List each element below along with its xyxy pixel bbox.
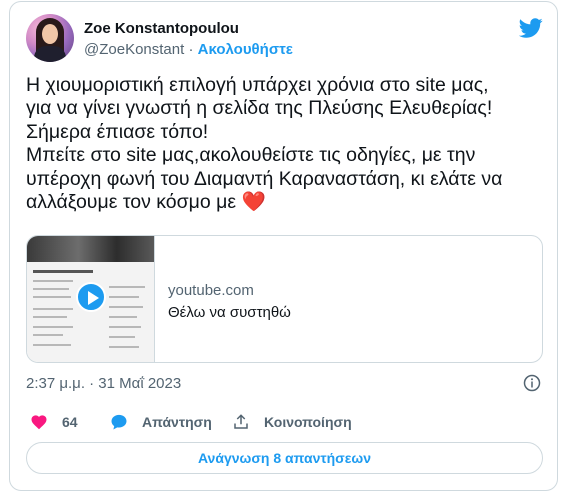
share-icon <box>234 414 248 429</box>
author-display-name[interactable]: Zoe Konstantopoulou <box>84 20 239 37</box>
follow-link[interactable]: Ακολουθήστε <box>198 41 293 58</box>
thumbnail-text-line <box>33 270 93 273</box>
info-icon[interactable] <box>523 374 541 392</box>
like-button[interactable]: 64 <box>30 412 78 432</box>
author-handle-row: @ZoeKonstant · Ακολουθήστε <box>84 41 293 58</box>
tweet-line: αλλάξουμε τον κόσμο με <box>26 191 237 214</box>
avatar-face <box>42 24 58 44</box>
share-label: Κοινοποίηση <box>264 414 352 430</box>
thumbnail-text-line <box>33 296 71 298</box>
thumbnail-text-line <box>33 280 73 282</box>
link-preview-card[interactable]: youtube.com Θέλω να συστηθώ <box>26 235 543 363</box>
video-thumbnail[interactable] <box>27 236 155 362</box>
thumbnail-text-line <box>33 308 73 310</box>
tweet-timestamp[interactable]: 2:37 μ.μ. · 31 Μαΐ 2023 <box>26 375 181 392</box>
thumbnail-text-line <box>33 344 71 346</box>
reply-button[interactable]: Απάντηση <box>110 412 212 432</box>
read-replies-button[interactable]: Ανάγνωση 8 απαντήσεων <box>26 442 543 474</box>
thumbnail-text-line <box>109 326 141 328</box>
play-icon[interactable] <box>76 282 106 312</box>
tweet-line: Σήμερα έπιασε τόπο! <box>26 120 209 143</box>
thumbnail-text-line <box>109 306 143 308</box>
thumbnail-text-line <box>109 316 137 318</box>
tweet-line: για να γίνει γνωστή η σελίδα της Πλεύσης… <box>26 97 493 120</box>
tweet-line: Μπείτε στο site μας,ακολουθείστε τις οδη… <box>26 144 476 167</box>
likes-count: 64 <box>62 414 78 430</box>
thumbnail-text-line <box>109 286 145 288</box>
share-button[interactable]: Κοινοποίηση <box>232 412 352 432</box>
tweet-line: Η χιουμοριστική επιλογή υπάρχει χρόνια σ… <box>26 74 489 96</box>
tweet-line: υπέροχη φωνή του Διαμαντή Καραναστάση, κ… <box>26 167 503 190</box>
thumbnail-text-line <box>109 336 135 338</box>
avatar-body <box>34 46 66 62</box>
thumbnail-text-line <box>33 326 73 328</box>
thumbnail-banner <box>27 236 154 262</box>
heart-emoji: ❤️ <box>241 191 266 214</box>
thumbnail-text-line <box>109 296 139 298</box>
avatar[interactable] <box>26 14 74 62</box>
thumbnail-text-line <box>33 334 63 336</box>
link-domain: youtube.com <box>168 282 254 299</box>
thumbnail-text-line <box>33 288 69 290</box>
author-handle[interactable]: @ZoeKonstant <box>84 41 184 58</box>
link-title[interactable]: Θέλω να συστηθώ <box>168 304 291 321</box>
reply-label: Απάντηση <box>142 414 212 430</box>
thumbnail-text-line <box>33 316 67 318</box>
tweet-embed-card: Zoe Konstantopoulou @ZoeKonstant · Ακολο… <box>9 1 558 491</box>
tweet-header: Zoe Konstantopoulou @ZoeKonstant · Ακολο… <box>26 14 543 64</box>
tweet-text: Η χιουμοριστική επιλογή υπάρχει χρόνια σ… <box>26 74 546 214</box>
thumbnail-text-line <box>109 346 139 348</box>
tweet-actions: 64 Απάντηση Κοινοποίηση <box>26 412 543 432</box>
heart-icon <box>31 415 47 430</box>
reply-bubble-icon <box>111 414 127 430</box>
twitter-bird-icon[interactable] <box>519 16 543 40</box>
handle-separator: · <box>188 41 194 58</box>
